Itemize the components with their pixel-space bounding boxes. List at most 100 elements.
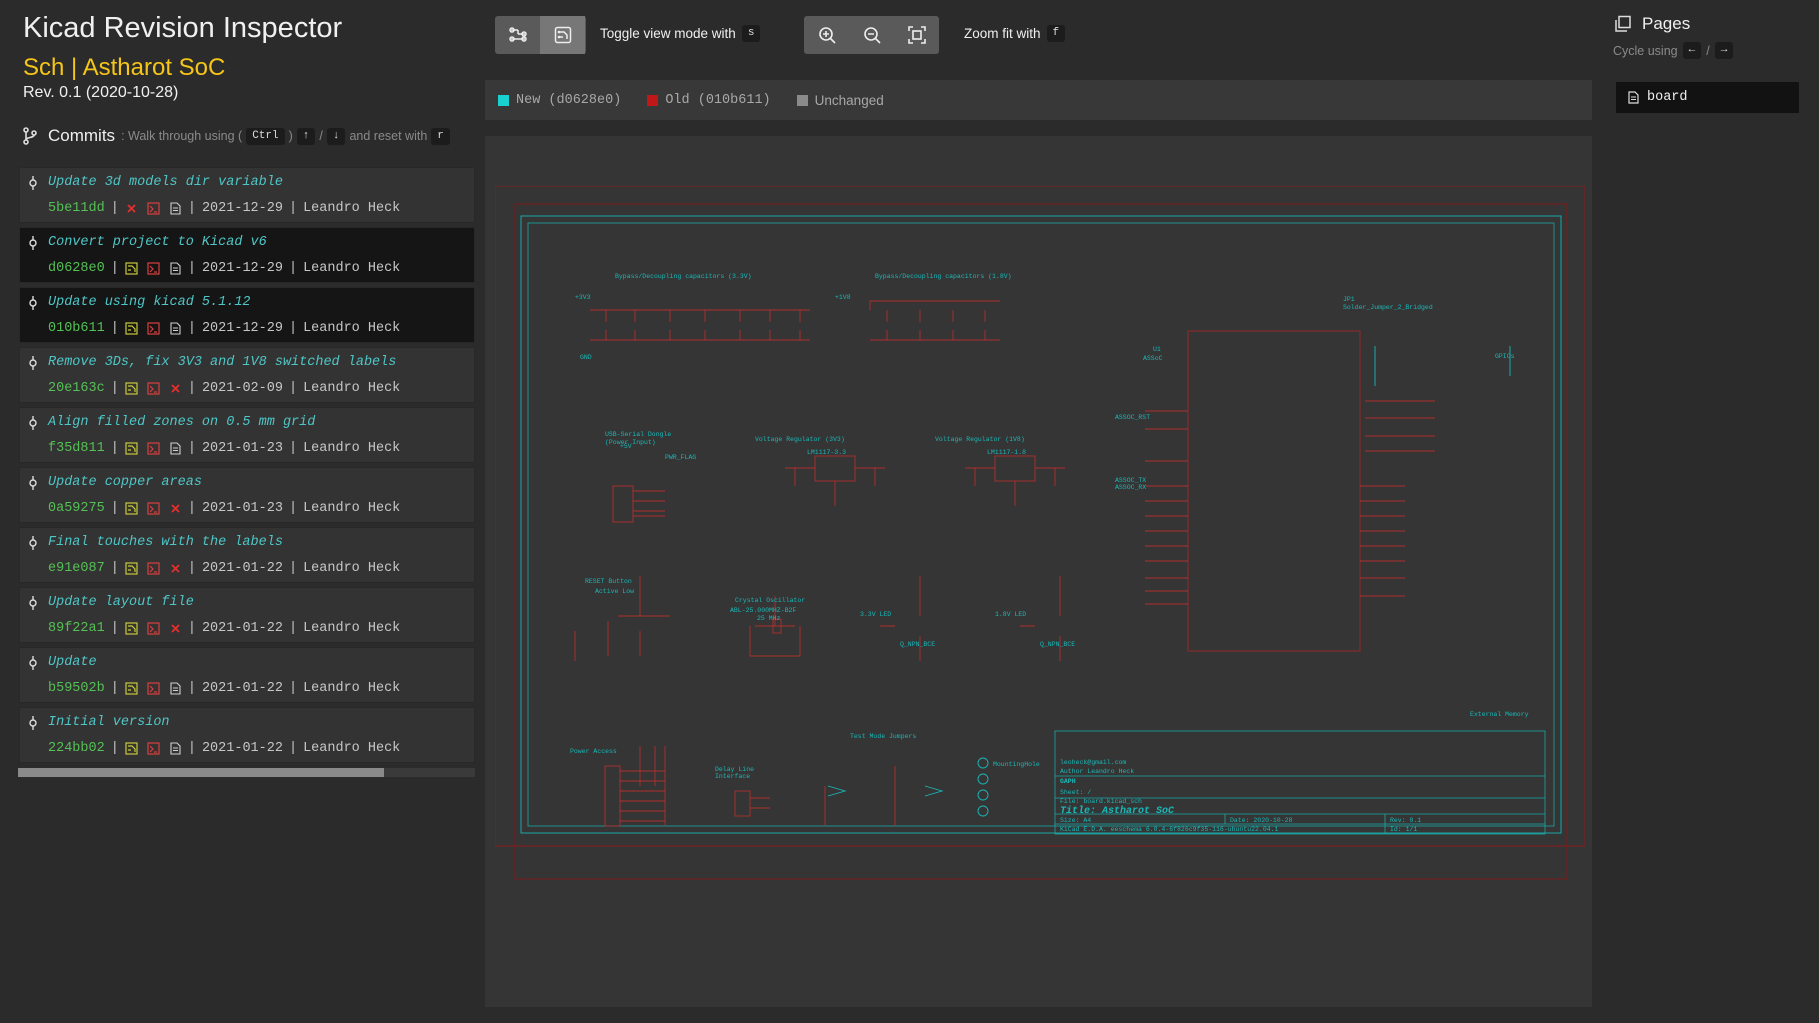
schematic-diagram[interactable]: Bypass/Decoupling capacitors (3.3V) Bypa… — [495, 186, 1585, 961]
label-3v3: +3V3 — [575, 294, 591, 301]
label-mounting-hole: MountingHole — [993, 761, 1040, 768]
layout-changed-icon[interactable] — [125, 262, 138, 275]
left-panel: Kicad Revision Inspector Sch | Astharot … — [0, 0, 480, 1023]
page-item-label: board — [1647, 90, 1688, 105]
layout-changed-icon[interactable] — [125, 742, 138, 755]
schematic-changed-icon[interactable] — [147, 502, 160, 515]
commit-row[interactable]: Convert project to Kicad v6 d0628e0 | | 2021… — [19, 227, 475, 283]
commit-row[interactable]: Final touches with the labels e91e087 | | 20… — [19, 527, 475, 583]
separator: | — [110, 381, 119, 396]
schematic-view-button[interactable] — [495, 16, 540, 54]
separator: | — [187, 561, 196, 576]
zoom-in-button[interactable] — [804, 16, 849, 54]
label-led-3v3: 3.3V LED — [860, 611, 891, 618]
page-item-board[interactable]: board — [1616, 82, 1799, 113]
separator: | — [187, 681, 196, 696]
separator: | — [110, 261, 119, 276]
toggle-view-label: Toggle view mode with — [600, 26, 736, 41]
pages-header: Pages — [1614, 14, 1690, 34]
app-title: Kicad Revision Inspector — [23, 12, 343, 44]
tb-sheet: Sheet: / — [1060, 789, 1091, 796]
commit-author: Leandro Heck — [303, 621, 401, 636]
commit-node-icon — [29, 716, 37, 730]
layout-changed-icon[interactable] — [125, 622, 138, 635]
separator: | — [288, 441, 298, 456]
document-icon[interactable] — [169, 682, 182, 695]
document-icon[interactable] — [169, 262, 182, 275]
schematic-changed-icon[interactable] — [147, 622, 160, 635]
document-icon[interactable] — [169, 442, 182, 455]
commit-date: 2021-01-22 — [201, 621, 283, 636]
commit-row[interactable]: Initial version 224bb02 | | 2021-01-22 | Leand… — [19, 707, 475, 763]
sheet-inner-border — [527, 222, 1555, 827]
commit-message: Align filled zones on 0.5 mm grid — [48, 415, 316, 430]
commit-date: 2021-01-23 — [201, 441, 283, 456]
layout-changed-icon[interactable] — [125, 442, 138, 455]
layout-changed-icon[interactable] — [125, 562, 138, 575]
commit-row[interactable]: Remove 3Ds, fix 3V3 and 1V8 switched lab… — [19, 347, 475, 403]
zoom-out-icon — [863, 27, 881, 44]
key-ctrl: Ctrl — [246, 127, 285, 145]
commit-message: Update 3d models dir variable — [48, 175, 283, 190]
layout-changed-icon[interactable] — [125, 322, 138, 335]
hint-slash: / — [319, 129, 323, 143]
view-mode-group — [495, 16, 586, 54]
schematic-view-icon — [508, 27, 527, 42]
commit-date: 2021-02-09 — [201, 381, 283, 396]
commit-row[interactable]: Update b59502b | | 2021-01-22 | Leandro Heck — [19, 647, 475, 703]
tb-title: Title: Astharot SoC — [1060, 805, 1174, 817]
commit-hash: 010b611 — [48, 321, 105, 336]
hint-paren: ) — [288, 129, 293, 143]
schematic-changed-icon[interactable] — [147, 742, 160, 755]
commit-row[interactable]: Update 3d models dir variable 5be11dd | | 20… — [19, 167, 475, 223]
commit-date: 2021-12-29 — [201, 261, 283, 276]
layout-changed-icon[interactable] — [125, 682, 138, 695]
tb-id: Id: 1/1 — [1390, 826, 1417, 833]
commit-meta: 5be11dd | | 2021-12-29 | Leandro Heck — [48, 201, 400, 216]
label-reset-sub: Active Low — [595, 588, 634, 595]
commit-row[interactable]: Align filled zones on 0.5 mm grid f35d811… — [19, 407, 475, 463]
commit-hash: b59502b — [48, 681, 105, 696]
scrollbar-thumb[interactable] — [18, 768, 384, 777]
commit-author: Leandro Heck — [303, 441, 401, 456]
document-icon — [1628, 91, 1639, 104]
project-title: Sch | Astharot SoC — [23, 54, 226, 81]
zoom-fit-button[interactable] — [894, 16, 939, 54]
separator: | — [288, 381, 298, 396]
commit-meta: e91e087 | | 2021-01-22 | Leandro Heck — [48, 561, 400, 576]
label-gnd: GND — [580, 354, 592, 361]
label-q1: Q_NPN_BCE — [900, 641, 935, 648]
schematic-changed-icon[interactable] — [147, 322, 160, 335]
schematic-changed-icon[interactable] — [147, 202, 160, 215]
label-u3-value: LM1117-3.3 — [807, 449, 846, 456]
commit-node-icon — [29, 476, 37, 490]
label-crystal: Crystal Oscillator — [735, 597, 805, 604]
commit-meta: d0628e0 | | 2021-12-29 | Leandro Heck — [48, 261, 400, 276]
layout-changed-icon[interactable] — [125, 502, 138, 515]
schematic-changed-icon[interactable] — [147, 682, 160, 695]
commit-row[interactable]: Update layout file 89f22a1 | | 2021-01-22 | Le… — [19, 587, 475, 643]
commit-node-icon — [29, 596, 37, 610]
layout-view-button[interactable] — [540, 16, 585, 54]
commit-hash: 5be11dd — [48, 201, 105, 216]
separator: | — [110, 501, 119, 516]
label-reset: RESET Button — [585, 578, 632, 585]
schematic-changed-icon[interactable] — [147, 562, 160, 575]
document-icon[interactable] — [169, 202, 182, 215]
label-vreg-1v8: Voltage Regulator (1V8) — [935, 436, 1025, 443]
document-icon[interactable] — [169, 322, 182, 335]
schematic-changed-icon[interactable] — [147, 262, 160, 275]
legend-old-label: Old (010b611) — [665, 92, 771, 108]
schematic-changed-icon[interactable] — [147, 442, 160, 455]
schematic-viewer[interactable]: Bypass/Decoupling capacitors (3.3V) Bypa… — [485, 136, 1592, 1007]
commit-row[interactable]: Update using kicad 5.1.12 010b611 | | 2021-1… — [19, 287, 475, 343]
commit-meta: b59502b | | 2021-01-22 | Leandro Heck — [48, 681, 400, 696]
commit-row[interactable]: Update copper areas 0a59275 | | 2021-01-23 | L… — [19, 467, 475, 523]
horizontal-scrollbar[interactable] — [18, 768, 475, 777]
commit-message: Convert project to Kicad v6 — [48, 235, 267, 250]
document-icon[interactable] — [169, 742, 182, 755]
zoom-out-button[interactable] — [849, 16, 894, 54]
schematic-changed-icon[interactable] — [147, 382, 160, 395]
commit-message: Initial version — [48, 715, 170, 730]
layout-changed-icon[interactable] — [125, 382, 138, 395]
